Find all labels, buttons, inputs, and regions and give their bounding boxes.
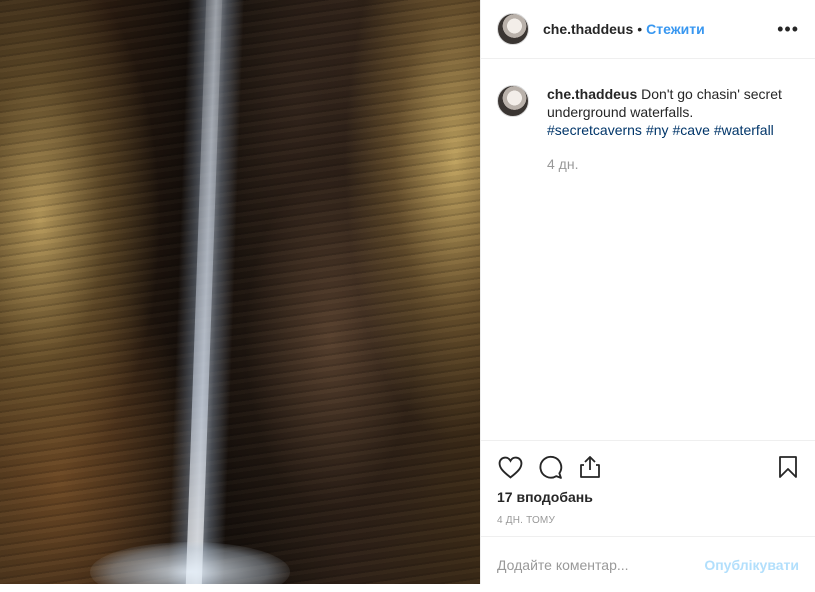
header-separator: • [637, 21, 643, 37]
bookmark-icon[interactable] [775, 454, 801, 480]
posted-time[interactable]: 4 ДН. ТОМУ [481, 515, 815, 526]
header-username[interactable]: che.thaddeus [543, 21, 633, 37]
share-icon[interactable] [577, 454, 603, 480]
more-options-icon[interactable]: ••• [777, 20, 799, 38]
caption: che.thaddeus Don't go chasin' secret und… [497, 85, 799, 173]
hashtag-link[interactable]: #ny [646, 122, 669, 138]
comment-input[interactable] [497, 556, 705, 573]
heart-icon[interactable] [497, 454, 523, 480]
instagram-post: che.thaddeus • Стежити ••• che.thaddeus … [0, 0, 815, 584]
avatar[interactable] [497, 13, 529, 45]
likes-count[interactable]: 17 вподобань [481, 489, 815, 505]
post-photo[interactable] [0, 0, 480, 584]
caption-body: che.thaddeus Don't go chasin' secret und… [547, 85, 799, 173]
post-footer: 17 вподобань 4 ДН. ТОМУ Опублікувати [481, 440, 815, 573]
comment-icon[interactable] [537, 454, 563, 480]
caption-username[interactable]: che.thaddeus [547, 86, 637, 102]
caption-time[interactable]: 4 дн. [547, 155, 799, 173]
hashtag-link[interactable]: #cave [673, 122, 710, 138]
follow-button[interactable]: Стежити [646, 21, 705, 37]
hashtag-link[interactable]: #secretcaverns [547, 122, 642, 138]
hashtags: #secretcaverns #ny #cave #waterfall [547, 122, 778, 138]
comments-area: che.thaddeus Don't go chasin' secret und… [481, 59, 815, 173]
post-side-panel: che.thaddeus • Стежити ••• che.thaddeus … [480, 0, 815, 584]
action-bar [481, 441, 815, 493]
caption-avatar[interactable] [497, 85, 529, 117]
hashtag-link[interactable]: #waterfall [714, 122, 774, 138]
post-header: che.thaddeus • Стежити ••• [481, 0, 815, 59]
publish-button[interactable]: Опублікувати [704, 557, 799, 573]
